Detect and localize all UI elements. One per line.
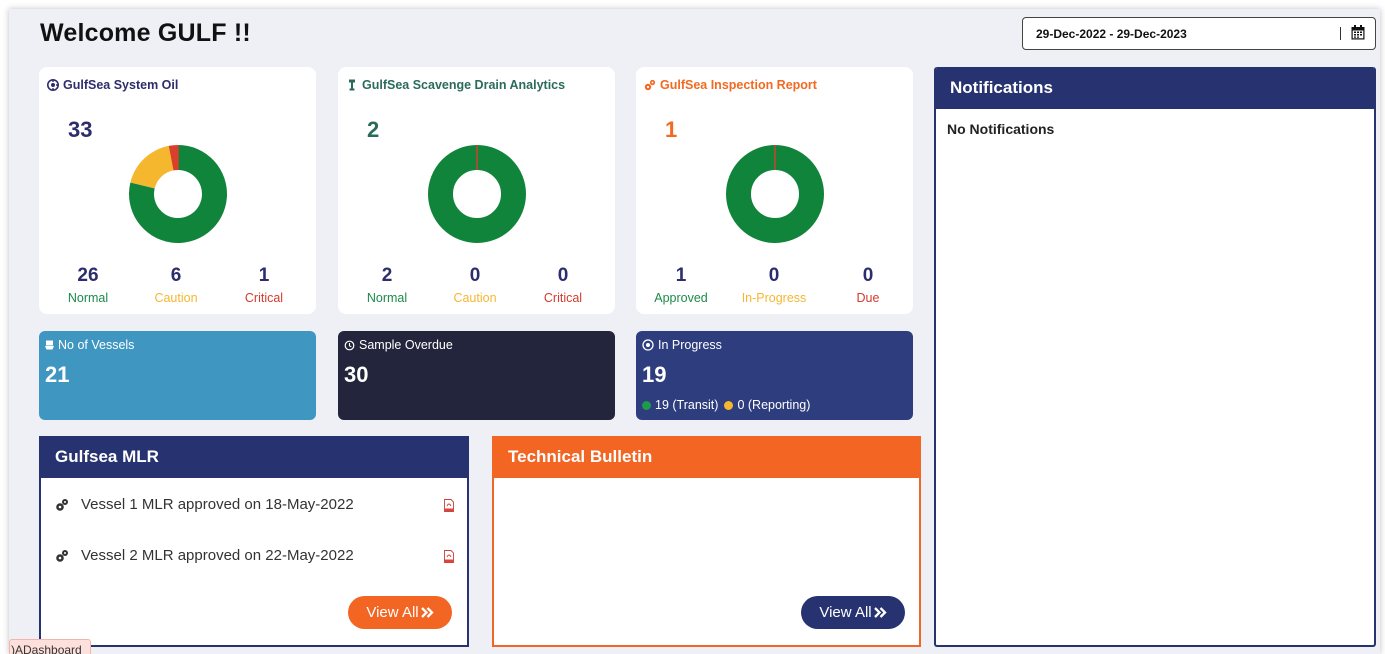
clock-icon [642, 339, 654, 351]
stat-value: 0 [768, 265, 780, 286]
pdf-icon[interactable] [444, 550, 454, 563]
stat-label: Critical [244, 291, 284, 305]
date-range-value: 29-Dec-2022 - 29-Dec-2023 [1036, 26, 1187, 41]
bulletin-view-all-button[interactable]: View All [801, 596, 905, 629]
mlr-list-item[interactable]: Vessel 1 MLR approved on 18-May-2022 [55, 496, 354, 513]
stat-label: Normal [366, 291, 408, 305]
scavenge-stat-caution: 0 Caution [435, 265, 515, 305]
view-all-label: View All [366, 604, 419, 621]
drain-icon [349, 79, 355, 91]
in-progress-tile[interactable]: In Progress 19 19 (Transit) 0 (Reporting… [636, 331, 913, 420]
vessels-tile-label-text: No of Vessels [58, 338, 135, 352]
date-range-picker[interactable]: 29-Dec-2022 - 29-Dec-2023 [1022, 17, 1376, 50]
pdf-icon[interactable] [444, 499, 454, 512]
bulletin-panel-title: Technical Bulletin [508, 447, 653, 466]
inspection-report-donut-chart[interactable] [725, 144, 825, 244]
inspection-report-count: 1 [665, 117, 678, 142]
in-progress-tile-label-text: In Progress [658, 338, 722, 352]
gears-icon [56, 498, 68, 511]
sample-overdue-tile[interactable]: Sample Overdue 30 [338, 331, 615, 420]
reporting-dot [724, 400, 734, 410]
calendar-icon[interactable] [1351, 25, 1365, 40]
vessel-icon [45, 340, 54, 350]
stat-value: 0 [557, 265, 569, 286]
vessels-tile-label: No of Vessels [45, 338, 134, 352]
mlr-item-text: Vessel 2 MLR approved on 22-May-2022 [81, 547, 354, 564]
bulletin-panel: Technical Bulletin View All [492, 436, 921, 647]
stat-label: Due [856, 291, 880, 305]
mlr-panel: Gulfsea MLR Vessel 1 MLR approved on 18-… [39, 436, 469, 647]
scavenge-drain-count: 2 [367, 117, 380, 142]
gears-icon [56, 549, 68, 562]
scavenge-drain-title-text: GulfSea Scavenge Drain Analytics [362, 78, 566, 92]
reporting-count: 0 (Reporting) [737, 398, 811, 412]
stat-label: Caution [154, 291, 198, 305]
scavenge-drain-title: GulfSea Scavenge Drain Analytics [346, 78, 565, 92]
system-oil-stat-critical: 1 Critical [224, 265, 304, 305]
stat-value: 0 [862, 265, 874, 286]
scavenge-stat-critical: 0 Critical [523, 265, 603, 305]
system-oil-card[interactable]: GulfSea System Oil 33 26 Normal 6 Cautio… [39, 67, 316, 314]
notifications-panel-header: Notifications [936, 67, 1374, 109]
oil-icon [47, 79, 59, 91]
system-oil-donut-chart[interactable] [128, 144, 228, 244]
mlr-item-text: Vessel 1 MLR approved on 18-May-2022 [81, 496, 354, 513]
stat-label: Caution [453, 291, 497, 305]
dashboard-footer-tag: )ADashboard [9, 639, 91, 654]
stat-label: Critical [543, 291, 583, 305]
system-oil-count: 33 [68, 117, 93, 142]
stat-label: In-Progress [741, 291, 807, 305]
stat-value: 6 [170, 265, 182, 286]
stat-value: 0 [469, 265, 481, 286]
dashboard-app: Welcome GULF !! 29-Dec-2022 - 29-Dec-202… [9, 9, 1380, 654]
sample-overdue-tile-label: Sample Overdue [344, 338, 453, 352]
stat-value: 1 [258, 265, 270, 286]
view-all-label: View All [819, 604, 872, 621]
in-progress-legend: 19 (Transit) 0 (Reporting) [642, 398, 810, 412]
inspection-report-title: GulfSea Inspection Report [644, 78, 817, 92]
scavenge-drain-donut-chart[interactable] [427, 144, 527, 244]
system-oil-stat-normal: 26 Normal [48, 265, 128, 305]
sample-overdue-tile-label-text: Sample Overdue [359, 338, 453, 352]
date-range-separator [1340, 27, 1341, 40]
double-chevron-right-icon [873, 607, 887, 618]
inspection-stat-approved: 1 Approved [641, 265, 721, 305]
stat-value: 1 [675, 265, 687, 286]
double-chevron-right-icon [420, 607, 434, 618]
no-notifications-text: No Notifications [947, 121, 1055, 137]
system-oil-stat-caution: 6 Caution [136, 265, 216, 305]
vessels-tile-value: 21 [45, 362, 70, 387]
stat-label: Normal [67, 291, 109, 305]
bulletin-panel-header: Technical Bulletin [494, 436, 919, 478]
inspection-report-title-text: GulfSea Inspection Report [660, 78, 817, 92]
mlr-panel-title: Gulfsea MLR [55, 447, 159, 466]
inspection-report-card[interactable]: GulfSea Inspection Report 1 1 Approved 0… [636, 67, 913, 314]
history-icon [344, 340, 355, 350]
donut-segment-caution[interactable] [130, 145, 174, 189]
stat-label: Approved [654, 291, 708, 305]
stat-value: 26 [77, 265, 99, 286]
vessels-tile[interactable]: No of Vessels 21 [39, 331, 316, 420]
notifications-panel-title: Notifications [950, 78, 1053, 97]
inspection-stat-in-progress: 0 In-Progress [734, 265, 814, 305]
in-progress-tile-value: 19 [642, 362, 667, 387]
system-oil-title-text: GulfSea System Oil [63, 78, 179, 92]
notifications-panel: Notifications No Notifications [934, 67, 1376, 647]
page-title: Welcome GULF !! [40, 19, 251, 47]
inspection-stat-due: 0 Due [828, 265, 908, 305]
system-oil-title: GulfSea System Oil [47, 78, 178, 92]
gears-icon [644, 79, 656, 91]
sample-overdue-tile-value: 30 [344, 362, 369, 387]
transit-dot [642, 400, 651, 410]
mlr-view-all-button[interactable]: View All [348, 596, 452, 629]
scavenge-stat-normal: 2 Normal [347, 265, 427, 305]
in-progress-tile-label: In Progress [642, 338, 722, 352]
mlr-list-item[interactable]: Vessel 2 MLR approved on 22-May-2022 [55, 547, 354, 564]
transit-count: 19 (Transit) [655, 398, 719, 412]
stat-value: 2 [381, 265, 393, 286]
scavenge-drain-card[interactable]: GulfSea Scavenge Drain Analytics 2 2 Nor… [338, 67, 615, 314]
mlr-panel-header: Gulfsea MLR [41, 436, 467, 478]
